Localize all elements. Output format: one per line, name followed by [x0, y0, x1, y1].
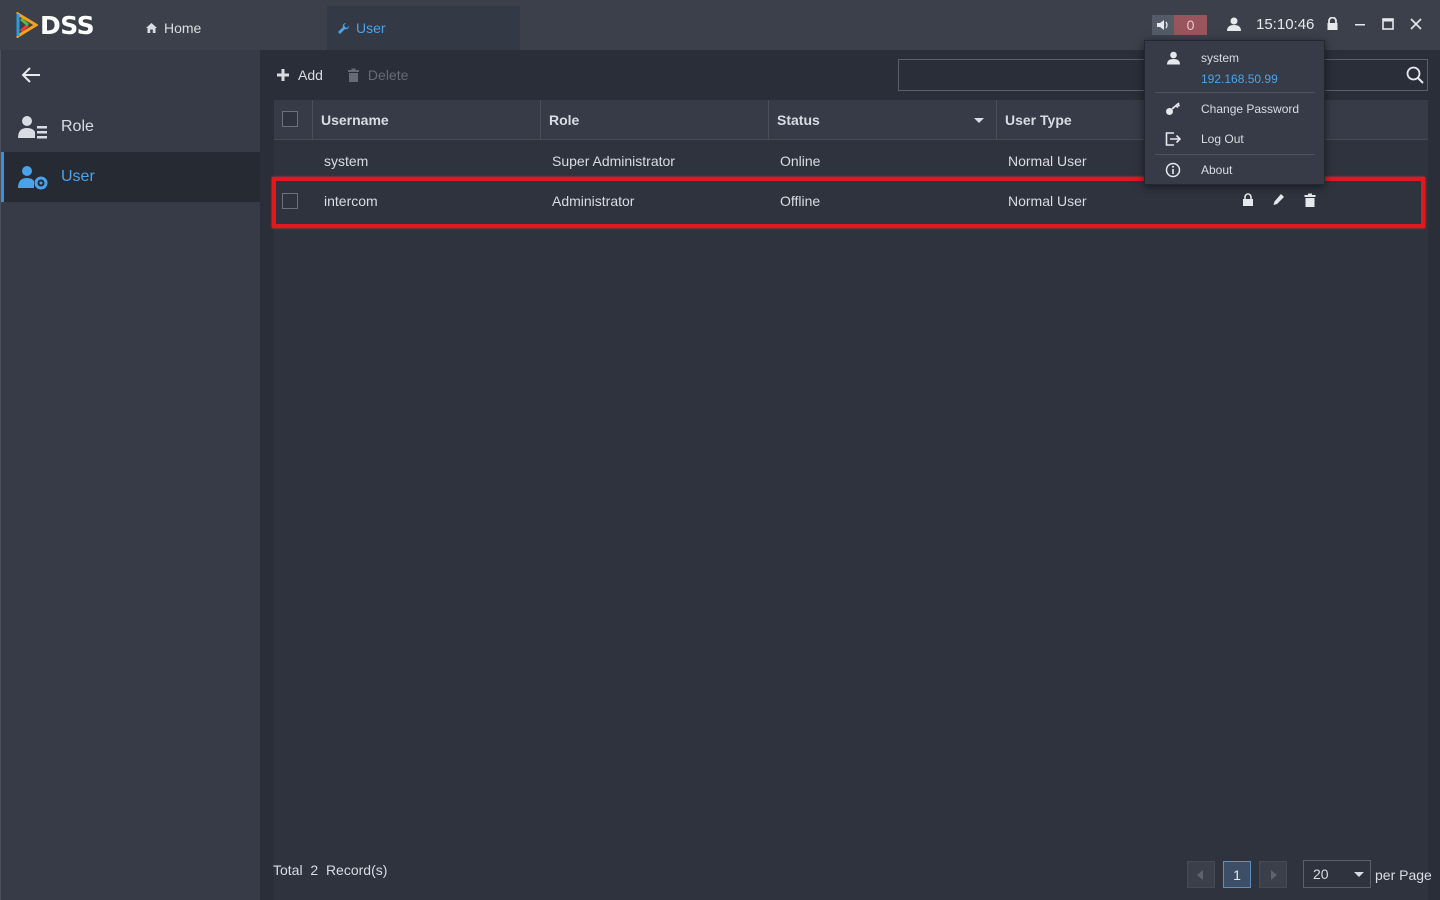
sidebar-item-user[interactable]: User	[1, 152, 261, 202]
col-role[interactable]: Role	[540, 100, 768, 140]
cell-username: intercom	[324, 193, 378, 209]
page-size-value: 20	[1313, 866, 1329, 882]
cell-role: Administrator	[552, 193, 635, 209]
row-actions	[1232, 193, 1325, 207]
col-status: Status	[777, 112, 820, 128]
total-count: 2	[310, 862, 319, 878]
divider	[1155, 154, 1315, 155]
col-username[interactable]: Username	[312, 100, 540, 140]
select-all-checkbox[interactable]	[282, 111, 298, 127]
next-page-button[interactable]	[1259, 861, 1287, 888]
info-icon	[1145, 162, 1201, 178]
toolbar: Add Delete	[276, 64, 432, 86]
dss-logo: DSS	[16, 10, 95, 40]
lock-screen-icon[interactable]	[1324, 16, 1340, 32]
logo-mark-icon	[16, 11, 39, 39]
select-all-checkbox-cell	[274, 100, 312, 140]
sidebar-item-user-label: User	[61, 168, 95, 185]
logout-icon	[1145, 132, 1201, 146]
status-filter-icon[interactable]	[974, 118, 984, 123]
tab-home-label: Home	[164, 20, 202, 36]
user-dropdown-menu: system 192.168.50.99 Change Password Log…	[1144, 40, 1325, 185]
back-arrow-icon[interactable]	[21, 66, 43, 86]
col-status-header[interactable]: Status	[768, 100, 996, 140]
record-total: Total 2 Record(s)	[273, 862, 387, 878]
total-label: Total	[273, 862, 303, 878]
current-page-button[interactable]: 1	[1223, 861, 1251, 888]
tab-user[interactable]: User	[327, 6, 520, 50]
trash-icon	[347, 68, 359, 82]
speaker-icon[interactable]	[1152, 15, 1174, 35]
sidebar-item-role[interactable]: Role	[1, 102, 261, 152]
home-icon	[146, 23, 157, 33]
user-table: Username Role Status User Type system Su…	[274, 100, 1428, 900]
clock-display: 15:10:46	[1256, 16, 1315, 33]
logo-text: DSS	[40, 10, 95, 40]
user-settings-icon	[18, 163, 48, 191]
chevron-down-icon	[1354, 872, 1364, 877]
sidebar: Role User	[0, 50, 261, 900]
menu-about[interactable]: About	[1145, 161, 1326, 179]
row-checkbox[interactable]	[282, 193, 298, 209]
menu-about-label: About	[1201, 163, 1233, 177]
cell-role: Super Administrator	[552, 153, 675, 169]
cell-username: system	[324, 153, 369, 169]
user-account-icon[interactable]	[1226, 16, 1242, 37]
menu-server-ip: 192.168.50.99	[1201, 72, 1278, 86]
cell-status: Online	[780, 153, 821, 169]
add-button[interactable]: Add	[276, 67, 323, 83]
records-label: Record(s)	[325, 862, 388, 878]
divider	[1155, 92, 1315, 93]
table-row[interactable]: intercom Administrator Offline Normal Us…	[274, 181, 1428, 221]
alarm-count-badge[interactable]: 0	[1174, 15, 1207, 35]
maximize-icon[interactable]	[1380, 16, 1396, 32]
menu-change-password[interactable]: Change Password	[1145, 100, 1326, 118]
cell-status: Offline	[780, 193, 821, 209]
close-icon[interactable]	[1408, 16, 1424, 32]
search-icon[interactable]	[1406, 66, 1436, 89]
chevron-right-icon	[1271, 869, 1277, 880]
wrench-icon	[338, 22, 350, 34]
menu-user-info: system	[1145, 49, 1326, 67]
chevron-left-icon	[1197, 869, 1203, 880]
per-page-label: per Page	[1375, 867, 1432, 883]
menu-username: system	[1201, 51, 1240, 65]
lock-icon[interactable]	[1232, 193, 1263, 207]
user-icon	[1145, 51, 1201, 65]
tab-home[interactable]: Home	[127, 6, 317, 50]
alarm-indicator[interactable]: 0	[1152, 15, 1207, 35]
plus-icon	[277, 69, 289, 81]
delete-button[interactable]: Delete	[347, 67, 408, 83]
menu-change-password-label: Change Password	[1201, 102, 1300, 116]
edit-icon[interactable]	[1263, 193, 1294, 207]
sidebar-item-role-label: Role	[61, 118, 94, 135]
menu-log-out[interactable]: Log Out	[1145, 130, 1326, 148]
add-button-label: Add	[298, 67, 323, 83]
delete-icon[interactable]	[1294, 193, 1325, 207]
key-icon	[1145, 102, 1201, 116]
role-icon	[18, 113, 48, 141]
delete-button-label: Delete	[367, 67, 409, 83]
minimize-icon[interactable]	[1352, 16, 1368, 32]
prev-page-button[interactable]	[1187, 861, 1215, 888]
tab-user-label: User	[356, 20, 386, 36]
menu-log-out-label: Log Out	[1201, 132, 1244, 146]
page-size-select[interactable]: 20	[1303, 860, 1371, 888]
